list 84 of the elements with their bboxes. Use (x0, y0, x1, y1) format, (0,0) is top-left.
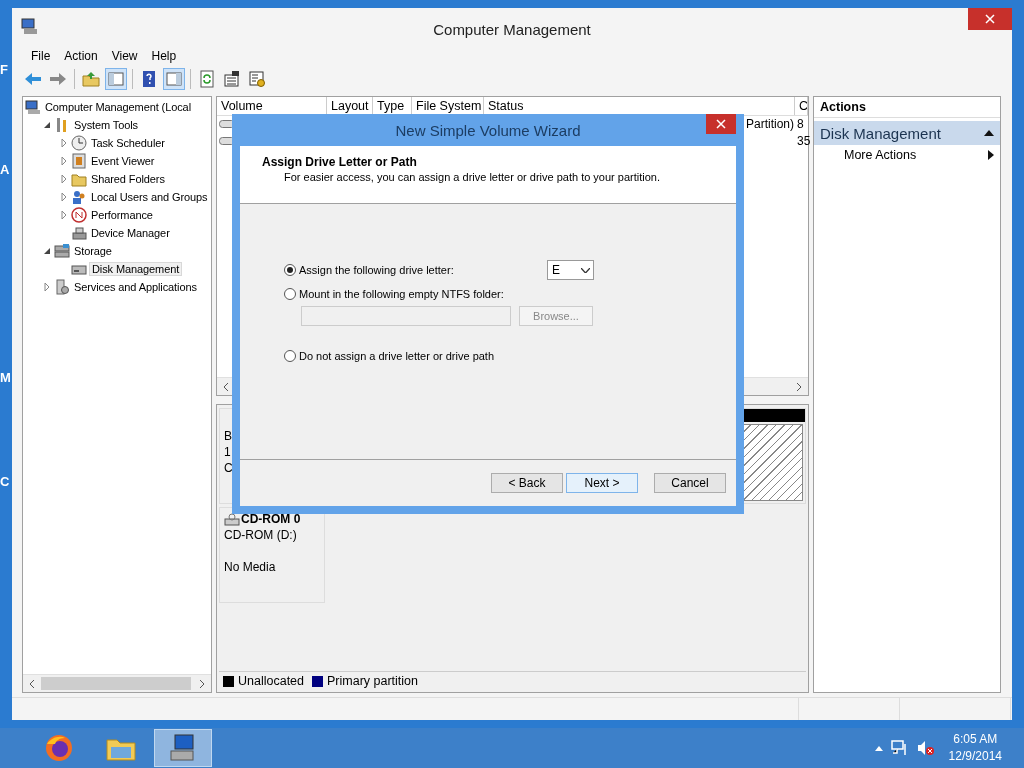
legend-label: Unallocated (238, 674, 304, 688)
cd-drive-icon (224, 513, 240, 526)
action-link[interactable]: More Actions (844, 148, 917, 162)
dialog-button[interactable]: < Back (491, 473, 563, 493)
disk-label-text: 1 (224, 445, 232, 460)
drive-letter-dropdown[interactable]: E (547, 260, 594, 280)
section-title: Disk Management (820, 124, 941, 142)
disk-label-text: CD-ROM (D:) (224, 528, 298, 543)
disk-label-text: No Media (224, 560, 277, 575)
dialog-title: New Simple Volume Wizard (395, 121, 581, 139)
expand-arrow-icon[interactable] (60, 193, 68, 201)
disk-label-text: C (224, 461, 234, 476)
printer-icon (71, 225, 87, 241)
clock-date: 12/9/2014 (948, 748, 1002, 765)
tree-item[interactable]: Disk Management (89, 262, 183, 276)
radio-button[interactable] (284, 288, 296, 300)
menu-item[interactable]: Help (144, 49, 184, 63)
pane-title: Actions (814, 97, 1000, 118)
scroll-thumb[interactable] (41, 677, 191, 690)
tree-item[interactable]: Computer Management (Local (43, 101, 193, 113)
storage-icon (54, 243, 70, 259)
submenu-arrow-icon (988, 150, 994, 160)
users-icon (71, 189, 87, 205)
expand-arrow-icon[interactable] (60, 211, 68, 219)
services-icon (54, 279, 70, 295)
actions-section-header[interactable]: Disk Management (814, 121, 1000, 145)
window-title: Computer Management (432, 19, 592, 38)
disk-label-text: B (224, 429, 233, 444)
dialog-button[interactable]: Next > (566, 473, 638, 493)
close-icon (716, 119, 726, 129)
radio-label[interactable]: Mount in the following empty NTFS folder: (299, 288, 544, 300)
tree-item[interactable]: Local Users and Groups (89, 191, 210, 203)
gauge-icon (71, 207, 87, 223)
close-button[interactable] (706, 114, 736, 134)
caret-icon (581, 267, 590, 273)
clock[interactable]: 6:05 AM 12/9/2014 (948, 731, 1002, 765)
expand-arrow-icon[interactable] (60, 139, 68, 147)
tree-item[interactable]: Event Viewer (89, 155, 157, 167)
network-icon[interactable] (890, 740, 909, 756)
taskbar-button[interactable] (154, 729, 212, 767)
menu-item[interactable]: View (104, 49, 145, 63)
folder-icon (71, 171, 87, 187)
menu-item[interactable]: Action (57, 49, 105, 63)
clock-icon (71, 135, 87, 151)
desktop-icon-label[interactable]: C (0, 474, 12, 489)
folder-path-field[interactable] (301, 306, 511, 326)
show-hidden-icons-icon[interactable] (874, 745, 883, 751)
computer-icon (20, 18, 38, 36)
table-cell: 35 (797, 134, 810, 148)
tree-item[interactable]: Storage (72, 245, 114, 257)
desktop-icon-label[interactable]: A (0, 162, 12, 177)
table-cell: Partition) (745, 117, 794, 131)
log-icon (71, 153, 87, 169)
close-button[interactable] (968, 8, 1012, 30)
collapse-arrow-icon[interactable] (43, 121, 51, 129)
tree-item[interactable]: Task Scheduler (89, 137, 167, 149)
table-cell: 8 (797, 117, 804, 131)
tree-item[interactable]: Shared Folders (89, 173, 167, 185)
expand-arrow-icon[interactable] (43, 283, 51, 291)
legend-label: Primary partition (327, 674, 418, 688)
tree-item[interactable]: Performance (89, 209, 155, 221)
close-icon (985, 14, 995, 24)
page-description: For easier access, you can assign a drive letter or drive path to your partition. (283, 171, 661, 183)
collapse-arrow-icon[interactable] (43, 247, 51, 255)
desktop-icon-label[interactable]: M (0, 370, 12, 385)
radio-label[interactable]: Do not assign a drive letter or drive path (299, 350, 544, 362)
tree-item[interactable]: Services and Applications (72, 281, 199, 293)
radio-button[interactable] (284, 350, 296, 362)
expand-arrow-icon[interactable] (60, 175, 68, 183)
dialog-button[interactable]: Cancel (654, 473, 726, 493)
browser-icon (43, 732, 75, 764)
disk-name: CD-ROM 0 (241, 512, 301, 527)
tree-item[interactable]: System Tools (72, 119, 140, 131)
clock-time: 6:05 AM (953, 731, 998, 748)
column-header[interactable]: C (795, 97, 808, 115)
desktop-icon-label[interactable]: F (0, 62, 12, 77)
tree-item[interactable]: Device Manager (89, 227, 172, 239)
expand-arrow-icon[interactable] (60, 157, 68, 165)
page-heading: Assign Drive Letter or Path (262, 155, 418, 169)
radio-button[interactable] (284, 264, 296, 276)
radio-label[interactable]: Assign the following drive letter: (299, 264, 544, 276)
muted-speaker-icon[interactable] (916, 740, 935, 756)
computer-icon (25, 99, 41, 115)
menu-item[interactable]: File (24, 49, 58, 63)
